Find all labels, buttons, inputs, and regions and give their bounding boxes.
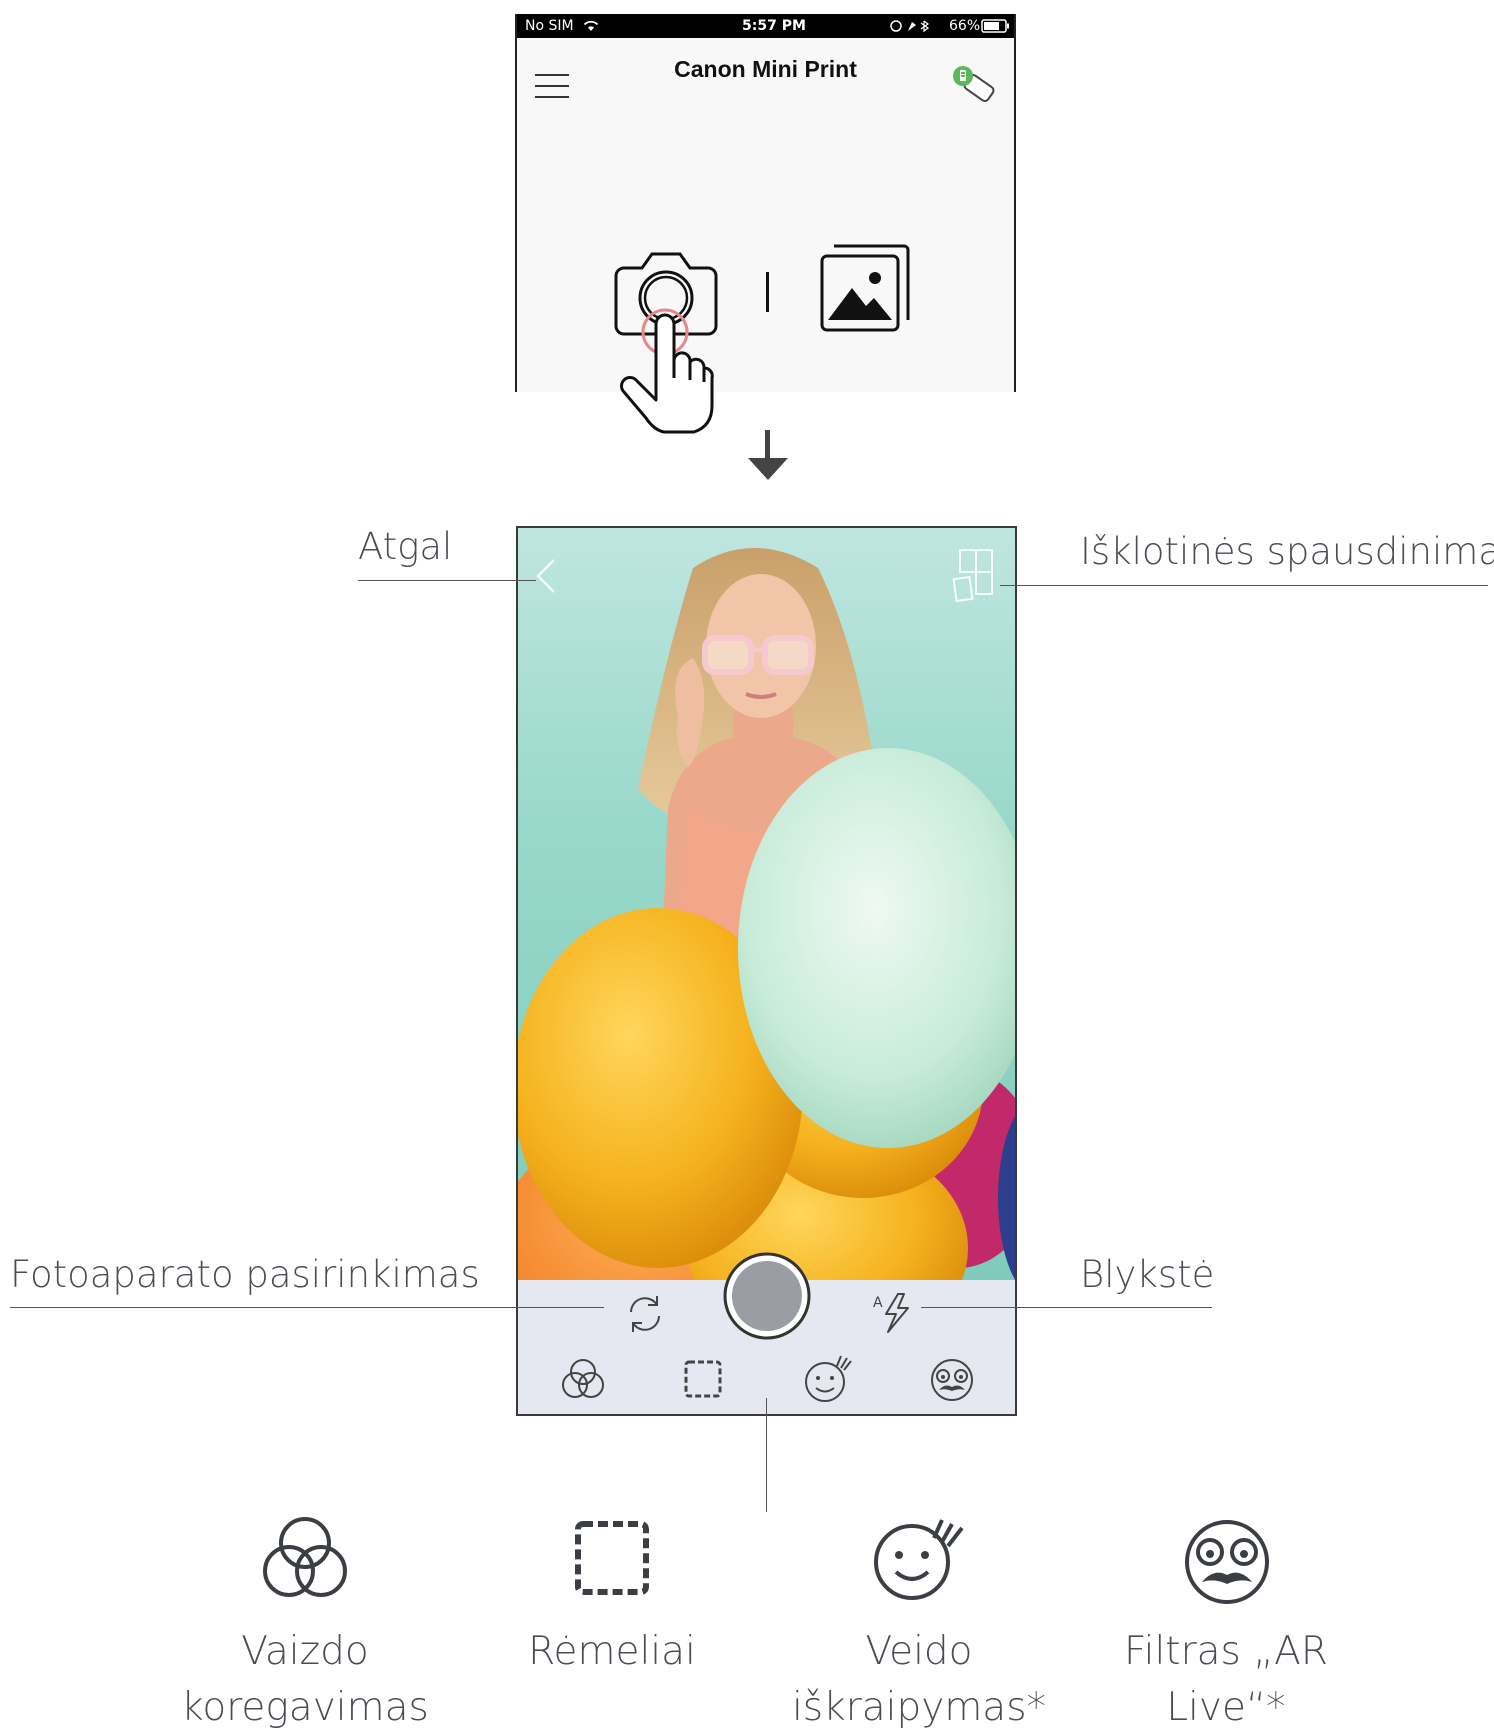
legend-adjust-label: Vaizdo koregavimas	[181, 1629, 429, 1730]
legend-face-warp-label: Veido iškraipymas*	[791, 1629, 1047, 1730]
app-home-screen: No SIM 5:57 PM 66% Canon Mini Print	[515, 14, 1016, 392]
clock-text: 5:57 PM	[742, 18, 806, 34]
svg-text:A: A	[873, 1295, 883, 1311]
preview-photo	[518, 548, 1015, 1280]
tile-print-icon[interactable]	[952, 548, 996, 602]
tap-hand-icon	[620, 308, 714, 434]
adjust-icon[interactable]	[558, 1354, 608, 1404]
callout-camera-switch-label: Fotoaparato pasirinkimas	[10, 1253, 480, 1296]
printer-status-icon[interactable]	[951, 64, 1001, 104]
status-bar: No SIM 5:57 PM 66%	[517, 14, 1014, 38]
divider	[766, 272, 769, 312]
down-arrow-icon	[748, 430, 788, 480]
carrier-text: No SIM	[525, 18, 574, 34]
gallery-button[interactable]	[818, 242, 914, 334]
legend-adjust-icon	[263, 1517, 347, 1597]
callout-flash-line	[921, 1307, 1212, 1308]
legend-ar-live-icon	[1185, 1520, 1269, 1604]
callout-camera-switch-line	[10, 1307, 604, 1308]
app-title: Canon Mini Print	[674, 56, 857, 82]
wifi-icon	[583, 20, 599, 31]
status-icons	[890, 20, 930, 33]
frame-icon[interactable]	[680, 1356, 726, 1402]
legend-frame-icon	[575, 1521, 649, 1595]
ar-live-icon[interactable]	[925, 1352, 979, 1406]
camera-preview	[518, 528, 1015, 1280]
camera-toolbar: A	[518, 1252, 1015, 1414]
legend-face-warp-icon	[874, 1519, 964, 1600]
callout-tile-print-line	[1000, 585, 1488, 586]
back-icon[interactable]	[534, 558, 558, 594]
callout-tile-print-label: Išklotinės spausdinimas	[1080, 530, 1494, 573]
callout-back-line	[358, 580, 536, 581]
face-warp-icon[interactable]	[801, 1352, 855, 1406]
shutter-button[interactable]	[721, 1250, 813, 1342]
camera-switch-icon[interactable]	[621, 1290, 669, 1338]
battery-icon	[981, 19, 1009, 33]
flash-icon[interactable]: A	[870, 1290, 916, 1336]
callout-flash-label: Blykstė	[1080, 1253, 1215, 1296]
legend-ar-live-label: Filtras „AR Live“*	[1124, 1629, 1328, 1730]
legend-frame-label: Rėmeliai	[528, 1629, 696, 1674]
callout-back-label: Atgal	[358, 525, 453, 568]
battery-text: 66%	[949, 18, 981, 34]
camera-screen: A	[516, 526, 1017, 1416]
callout-toolbar-line	[766, 1398, 767, 1512]
